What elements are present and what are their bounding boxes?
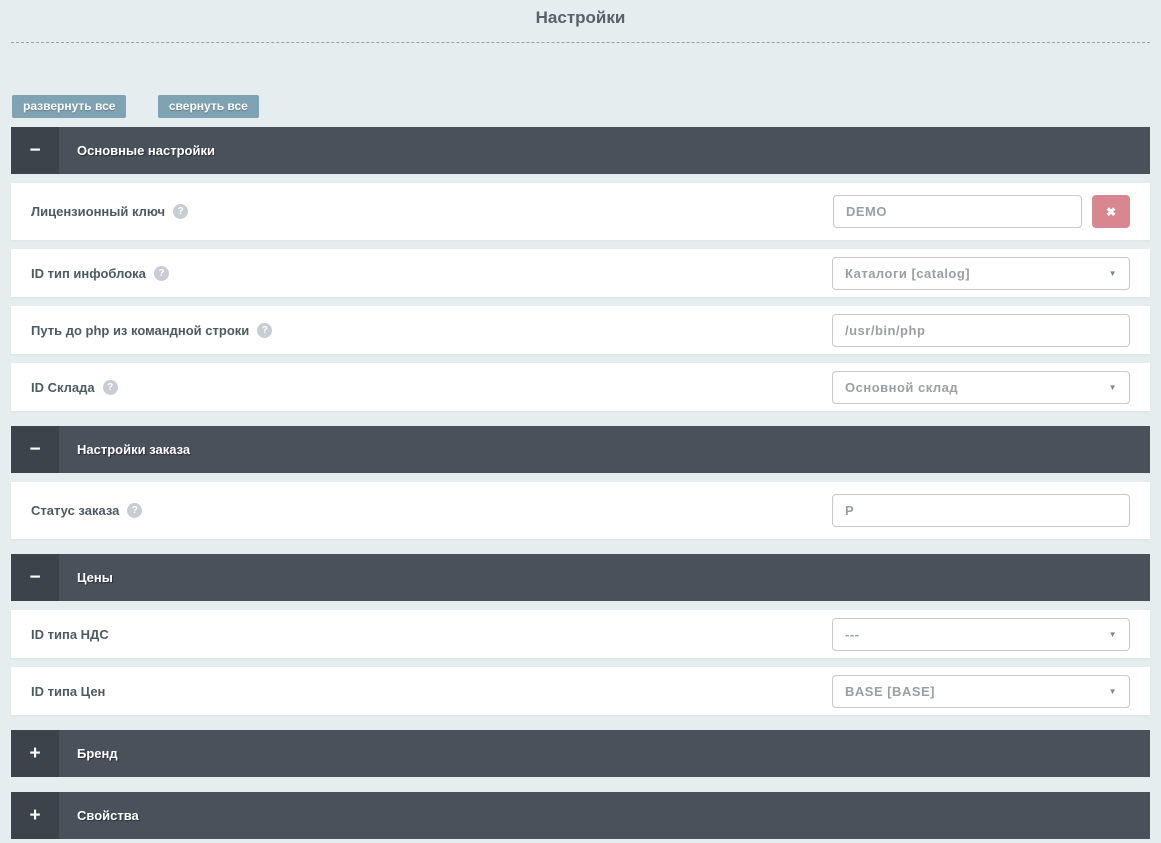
- field-label: Лицензионный ключ ?: [31, 204, 188, 219]
- form-row-infoblock-type: ID тип инфоблока ? Каталоги [catalog] ▼: [11, 249, 1150, 297]
- price-type-select[interactable]: BASE [BASE] ▼: [832, 675, 1130, 708]
- section-header-brand[interactable]: + Бренд: [11, 730, 1150, 777]
- form-row-price-type: ID типа Цен BASE [BASE] ▼: [11, 667, 1150, 715]
- field-label-text: Путь до php из командной строки: [31, 323, 249, 338]
- expand-section-icon[interactable]: +: [11, 730, 59, 777]
- order-status-input[interactable]: [832, 494, 1130, 527]
- clear-license-key-button[interactable]: ✖: [1092, 195, 1130, 228]
- expand-section-icon[interactable]: +: [11, 792, 59, 839]
- field-label: ID Склада ?: [31, 380, 118, 395]
- settings-page: Настройки развернуть все свернуть все − …: [0, 0, 1161, 843]
- field-control: --- ▼: [832, 618, 1130, 651]
- license-key-input[interactable]: [833, 195, 1082, 228]
- form-row-license-key: Лицензионный ключ ? ✖: [11, 183, 1150, 240]
- warehouse-select[interactable]: Основной склад ▼: [832, 371, 1130, 404]
- infoblock-type-select[interactable]: Каталоги [catalog] ▼: [832, 257, 1130, 290]
- field-label: Статус заказа ?: [31, 503, 142, 518]
- section-title: Бренд: [77, 730, 118, 777]
- section-title: Свойства: [77, 792, 139, 839]
- chevron-down-icon: ▼: [1109, 687, 1117, 696]
- select-value: BASE [BASE]: [845, 684, 935, 699]
- section-title: Цены: [77, 554, 113, 601]
- toolbar: развернуть все свернуть все: [12, 95, 1161, 116]
- field-label-text: ID тип инфоблока: [31, 266, 146, 281]
- section-header-general[interactable]: − Основные настройки: [11, 127, 1150, 174]
- php-path-input[interactable]: [832, 314, 1130, 347]
- collapse-all-button[interactable]: свернуть все: [158, 95, 259, 118]
- help-icon[interactable]: ?: [127, 503, 142, 518]
- section-header-prices[interactable]: − Цены: [11, 554, 1150, 601]
- field-label-text: Лицензионный ключ: [31, 204, 165, 219]
- help-icon[interactable]: ?: [103, 380, 118, 395]
- field-label: ID типа Цен: [31, 684, 105, 699]
- help-icon[interactable]: ?: [173, 204, 188, 219]
- section-header-order[interactable]: − Настройки заказа: [11, 426, 1150, 473]
- section-header-properties[interactable]: + Свойства: [11, 792, 1150, 839]
- collapse-section-icon[interactable]: −: [11, 426, 59, 473]
- field-label-text: ID Склада: [31, 380, 95, 395]
- section-title: Основные настройки: [77, 127, 215, 174]
- section-title: Настройки заказа: [77, 426, 190, 473]
- field-label-text: Статус заказа: [31, 503, 119, 518]
- field-label: ID тип инфоблока ?: [31, 266, 169, 281]
- help-icon[interactable]: ?: [154, 266, 169, 281]
- chevron-down-icon: ▼: [1109, 630, 1117, 639]
- select-value: Основной склад: [845, 380, 958, 395]
- chevron-down-icon: ▼: [1109, 383, 1117, 392]
- form-row-order-status: Статус заказа ?: [11, 482, 1150, 539]
- field-label: Путь до php из командной строки ?: [31, 323, 272, 338]
- field-label-text: ID типа НДС: [31, 627, 109, 642]
- select-value: Каталоги [catalog]: [845, 266, 970, 281]
- vat-type-select[interactable]: --- ▼: [832, 618, 1130, 651]
- field-control: Основной склад ▼: [832, 371, 1130, 404]
- field-label-text: ID типа Цен: [31, 684, 105, 699]
- divider: [11, 42, 1150, 43]
- field-control: ✖: [833, 195, 1130, 228]
- help-icon[interactable]: ?: [257, 323, 272, 338]
- field-control: [832, 314, 1130, 347]
- select-value: ---: [845, 627, 860, 642]
- form-row-vat-type: ID типа НДС --- ▼: [11, 610, 1150, 658]
- field-label: ID типа НДС: [31, 627, 109, 642]
- collapse-section-icon[interactable]: −: [11, 127, 59, 174]
- expand-all-button[interactable]: развернуть все: [12, 95, 126, 118]
- form-row-warehouse: ID Склада ? Основной склад ▼: [11, 363, 1150, 411]
- field-control: BASE [BASE] ▼: [832, 675, 1130, 708]
- collapse-section-icon[interactable]: −: [11, 554, 59, 601]
- page-title: Настройки: [0, 0, 1161, 42]
- field-control: [832, 494, 1130, 527]
- form-row-php-path: Путь до php из командной строки ?: [11, 306, 1150, 354]
- sections-container: − Основные настройки Лицензионный ключ ?…: [0, 127, 1161, 839]
- close-icon: ✖: [1106, 205, 1116, 219]
- field-control: Каталоги [catalog] ▼: [832, 257, 1130, 290]
- chevron-down-icon: ▼: [1109, 269, 1117, 278]
